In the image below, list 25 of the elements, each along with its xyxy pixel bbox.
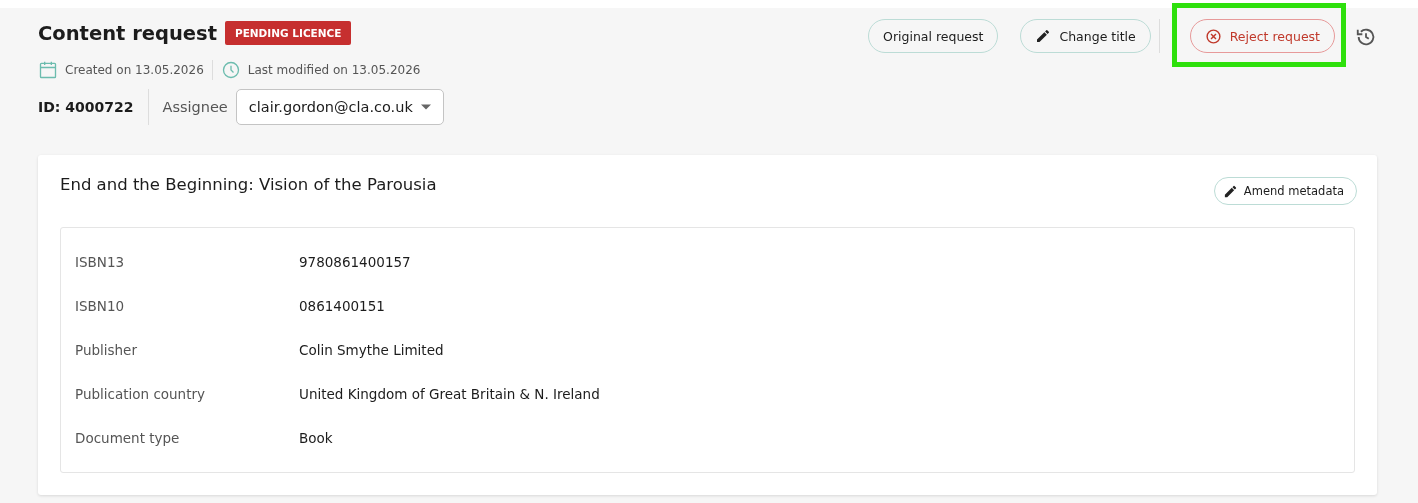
work-title: End and the Beginning: Vision of the Parousia: [60, 175, 437, 194]
field-label: ISBN10: [75, 298, 126, 314]
field-label: Publisher: [75, 342, 138, 358]
modified-date: Last modified on 13.05.2026: [247, 63, 421, 77]
field-label: Publication country: [75, 386, 206, 402]
created-date: Created on 13.05.2026: [65, 63, 204, 77]
field-value: 0861400151: [299, 298, 386, 314]
pencil-icon: [1222, 183, 1238, 199]
field-value: 9780861400157: [299, 254, 412, 270]
field-value: Colin Smythe Limited: [299, 342, 445, 358]
field-label: ISBN13: [75, 254, 126, 270]
caret-icon: [420, 104, 431, 110]
field-value: Book: [299, 430, 334, 446]
assignee-select[interactable]: clair.gordon@cla.co.uk: [235, 89, 444, 125]
status-badge: PENDING LICENCE: [224, 21, 352, 45]
clock-icon: [220, 60, 241, 80]
history-icon[interactable]: [1355, 26, 1377, 48]
close-circle-icon: [1204, 27, 1222, 45]
field-value: United Kingdom of Great Britain & N. Ireland: [299, 386, 601, 402]
field-label: Document type: [75, 430, 181, 446]
calendar-icon: [38, 60, 58, 80]
request-id: ID: 4000722: [38, 99, 134, 115]
assignee-label: Assignee: [162, 99, 228, 115]
pencil-icon: [1035, 28, 1052, 44]
page-title: Content request: [38, 21, 217, 45]
